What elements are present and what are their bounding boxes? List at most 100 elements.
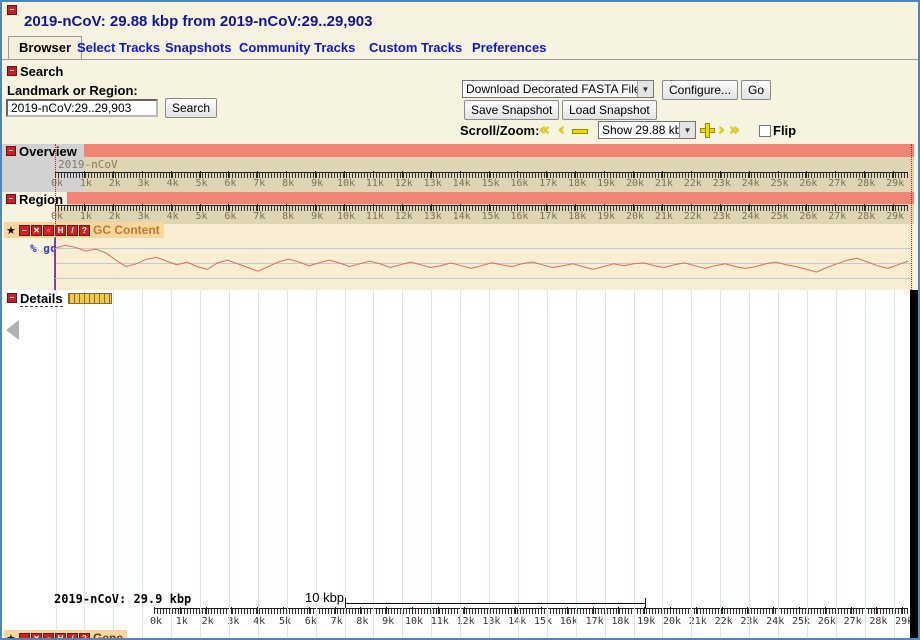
config-track-icon[interactable]: / — [67, 633, 78, 639]
region-ruler-label: 23k — [713, 211, 731, 222]
config-track-icon[interactable]: / — [67, 225, 78, 236]
zoom-out-icon[interactable] — [572, 129, 588, 134]
detail-gridline — [865, 290, 866, 638]
overview-ruler-major-tick — [228, 171, 229, 178]
search-button[interactable]: Search — [165, 98, 217, 118]
zoom-in-icon[interactable] — [700, 123, 715, 138]
overview-ruler-major-tick — [344, 171, 345, 178]
overview-ruler-major-tick — [893, 171, 894, 178]
overview-ruler-major-tick — [200, 171, 201, 178]
overview-ruler-major-tick — [489, 171, 490, 178]
detail-position-indicator[interactable] — [68, 293, 112, 304]
overview-ruler-label: 16k — [510, 178, 528, 189]
details-ruler-label: 0k — [150, 616, 162, 627]
detail-gridline — [778, 290, 779, 638]
details-ruler-label: 8k — [356, 616, 368, 627]
region-ruler-major-tick — [373, 204, 374, 211]
detail-gridline — [518, 290, 519, 638]
overview-ruler-major-tick — [864, 171, 865, 178]
flip-label: Flip — [773, 123, 796, 138]
detail-gridline — [258, 290, 259, 638]
region-ruler-label: 26k — [799, 211, 817, 222]
overview-ruler-major-tick — [373, 171, 374, 178]
details-ruler-label: 5k — [279, 616, 291, 627]
overview-ruler-label: 23k — [713, 178, 731, 189]
detail-gridline — [287, 290, 288, 638]
details-collapse-icon[interactable]: − — [7, 293, 17, 303]
help-track-icon[interactable]: ? — [79, 225, 90, 236]
pan-far-right-icon[interactable]: » — [729, 123, 740, 137]
close-track-icon[interactable]: ✕ — [31, 225, 42, 236]
overview-ruler-major-tick — [315, 171, 316, 178]
pan-left-arrow-icon[interactable] — [6, 320, 19, 340]
detail-gridline — [345, 290, 346, 638]
details-ruler-label: 27k — [844, 616, 862, 627]
chevron-down-icon: ▼ — [679, 122, 695, 138]
detail-gridline — [720, 290, 721, 638]
zoom-level-select[interactable]: Show 29.88 kbp ▼ — [598, 121, 696, 139]
overview-ruler-major-tick — [113, 171, 114, 178]
overview-ruler-label: 3k — [138, 178, 150, 189]
tab-select-tracks[interactable]: Select Tracks — [77, 40, 160, 55]
region-ruler-label: 19k — [597, 211, 615, 222]
collapse-track-icon[interactable]: − — [19, 225, 30, 236]
overview-collapse-icon[interactable]: − — [6, 146, 16, 156]
pan-left-icon[interactable]: ‹ — [558, 123, 565, 137]
details-ruler-major-tick — [309, 607, 310, 614]
share-track-icon[interactable]: H — [55, 225, 66, 236]
help-track-icon[interactable]: ? — [79, 633, 90, 639]
region-ruler-label: 24k — [742, 211, 760, 222]
details-ruler-major-tick — [670, 607, 671, 614]
go-button[interactable]: Go — [741, 80, 771, 100]
details-ruler-label: 19k — [637, 616, 655, 627]
share-track-icon[interactable]: H — [55, 633, 66, 639]
gc-content-track-title-chip: ★−✕▫H/?GC Content — [4, 222, 164, 238]
details-ruler-label: 15k — [534, 616, 552, 627]
details-right-scrollbar[interactable] — [910, 290, 920, 638]
region-collapse-icon[interactable]: − — [6, 194, 16, 204]
about-track-icon[interactable]: ▫ — [43, 633, 54, 639]
landmark-input[interactable] — [6, 99, 158, 117]
window-collapse-icon[interactable]: − — [7, 5, 17, 15]
pan-far-left-icon[interactable]: « — [539, 123, 550, 137]
close-track-icon[interactable]: ✕ — [31, 633, 42, 639]
overview-ruler-major-tick — [517, 171, 518, 178]
region-ruler-major-tick — [402, 204, 403, 211]
region-ruler-major-tick — [893, 204, 894, 211]
overview-ruler-label: 18k — [568, 178, 586, 189]
detail-gridline — [402, 290, 403, 638]
favorite-star-icon[interactable]: ★ — [6, 225, 18, 236]
collapse-track-icon[interactable]: − — [19, 633, 30, 639]
overview-position-band[interactable] — [55, 144, 914, 157]
region-position-band[interactable] — [55, 192, 914, 204]
details-ruler-major-tick — [386, 607, 387, 614]
flip-checkbox[interactable] — [759, 125, 771, 137]
download-select[interactable]: Download Decorated FASTA File ▼ — [462, 80, 654, 98]
overview-ruler-label: 22k — [684, 178, 702, 189]
favorite-star-icon[interactable]: ★ — [6, 633, 18, 639]
tab-browser[interactable]: Browser — [8, 36, 82, 60]
detail-gridline — [229, 290, 230, 638]
search-collapse-icon[interactable]: − — [7, 66, 17, 76]
pan-right-icon[interactable]: › — [718, 123, 725, 137]
tab-snapshots[interactable]: Snapshots — [165, 40, 231, 55]
tab-custom-tracks[interactable]: Custom Tracks — [369, 40, 462, 55]
details-ruler-major-tick — [876, 607, 877, 614]
detail-gridline — [171, 290, 172, 638]
details-ruler-major-tick — [593, 607, 594, 614]
configure-button[interactable]: Configure... — [662, 80, 738, 100]
overview-ruler-label: 9k — [311, 178, 323, 189]
tab-community-tracks[interactable]: Community Tracks — [239, 40, 355, 55]
about-track-icon[interactable]: ▫ — [43, 225, 54, 236]
region-ruler-major-tick — [228, 204, 229, 211]
detail-gridline — [489, 290, 490, 638]
details-ruler-major-tick — [360, 607, 361, 614]
details-ruler-major-tick — [515, 607, 516, 614]
load-snapshot-button[interactable]: Load Snapshot — [562, 100, 657, 120]
save-snapshot-button[interactable]: Save Snapshot — [464, 100, 559, 120]
tab-preferences[interactable]: Preferences — [472, 40, 546, 55]
detail-gridline — [113, 290, 114, 638]
overview-ruler-label: 11k — [366, 178, 384, 189]
details-ruler-label: 29k — [895, 616, 910, 627]
region-ruler-major-tick — [286, 204, 287, 211]
